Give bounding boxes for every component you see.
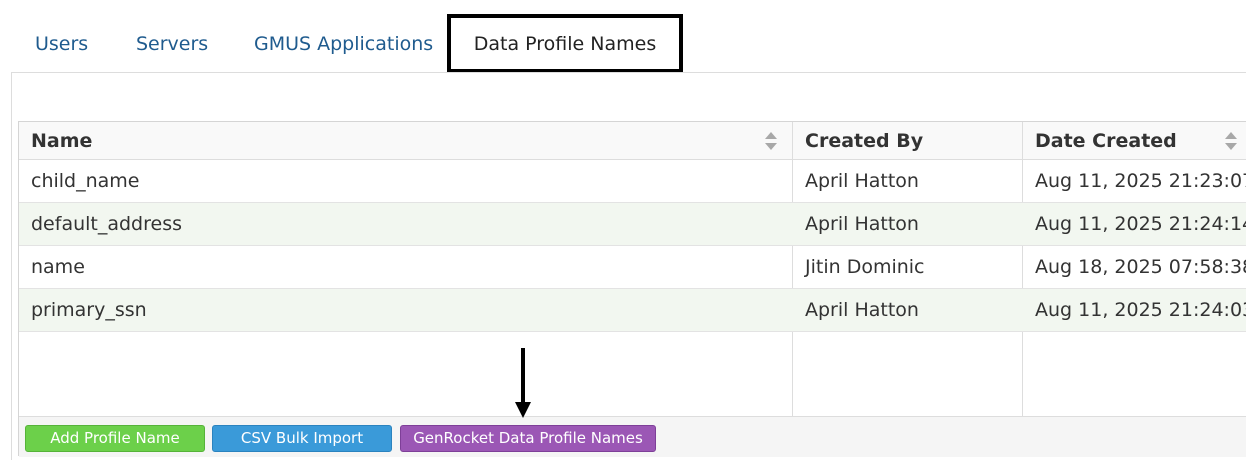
tab-users[interactable]: Users bbox=[35, 33, 88, 55]
cell-name: primary_ssn bbox=[31, 299, 147, 321]
cell-created-by: April Hatton bbox=[805, 213, 919, 235]
cell-date-created: Aug 18, 2025 07:58:38 bbox=[1035, 256, 1246, 278]
table-row[interactable]: default_address April Hatton Aug 11, 202… bbox=[19, 203, 1246, 246]
table-row[interactable]: primary_ssn April Hatton Aug 11, 2025 21… bbox=[19, 289, 1246, 332]
cell-date-created: Aug 11, 2025 21:23:07 bbox=[1035, 170, 1246, 192]
column-header-date-created[interactable]: Date Created bbox=[1023, 122, 1246, 160]
csv-bulk-import-button[interactable]: CSV Bulk Import bbox=[212, 425, 392, 452]
tab-data-profile-names[interactable]: Data Profile Names bbox=[447, 14, 683, 73]
cell-created-by: Jitin Dominic bbox=[805, 256, 925, 278]
add-profile-name-button[interactable]: Add Profile Name bbox=[25, 425, 205, 452]
arrow-head bbox=[515, 402, 531, 418]
tab-gmus-applications[interactable]: GMUS Applications bbox=[254, 33, 433, 55]
sort-up-down-icon[interactable] bbox=[1224, 131, 1238, 151]
column-header-created-by-label: Created By bbox=[805, 130, 924, 152]
column-header-date-created-label: Date Created bbox=[1035, 130, 1177, 152]
data-profile-names-table: Name Created By Date Created child_name bbox=[18, 121, 1246, 457]
sort-up-down-icon[interactable] bbox=[764, 131, 778, 151]
table-row[interactable]: child_name April Hatton Aug 11, 2025 21:… bbox=[19, 160, 1246, 203]
cell-name: name bbox=[31, 256, 85, 278]
column-header-created-by: Created By bbox=[793, 122, 1023, 160]
cell-name: default_address bbox=[31, 213, 182, 235]
cell-date-created: Aug 11, 2025 21:24:14 bbox=[1035, 213, 1246, 235]
column-header-name[interactable]: Name bbox=[19, 122, 793, 160]
page: Users Servers GMUS Applications Data Pro… bbox=[0, 0, 1246, 460]
cell-date-created: Aug 11, 2025 21:24:03 bbox=[1035, 299, 1246, 321]
genrocket-data-profile-names-button[interactable]: GenRocket Data Profile Names bbox=[400, 425, 656, 452]
table-row[interactable]: name Jitin Dominic Aug 18, 2025 07:58:38 bbox=[19, 246, 1246, 289]
column-header-name-label: Name bbox=[31, 130, 93, 152]
tab-data-profile-names-label: Data Profile Names bbox=[473, 32, 657, 55]
cell-name: child_name bbox=[31, 170, 140, 192]
table-header: Name Created By Date Created bbox=[19, 122, 1246, 160]
tab-servers[interactable]: Servers bbox=[136, 33, 208, 55]
cell-created-by: April Hatton bbox=[805, 170, 919, 192]
table-toolbar: Add Profile Name CSV Bulk Import GenRock… bbox=[19, 416, 1246, 457]
arrow-shaft bbox=[521, 348, 525, 404]
cell-created-by: April Hatton bbox=[805, 299, 919, 321]
